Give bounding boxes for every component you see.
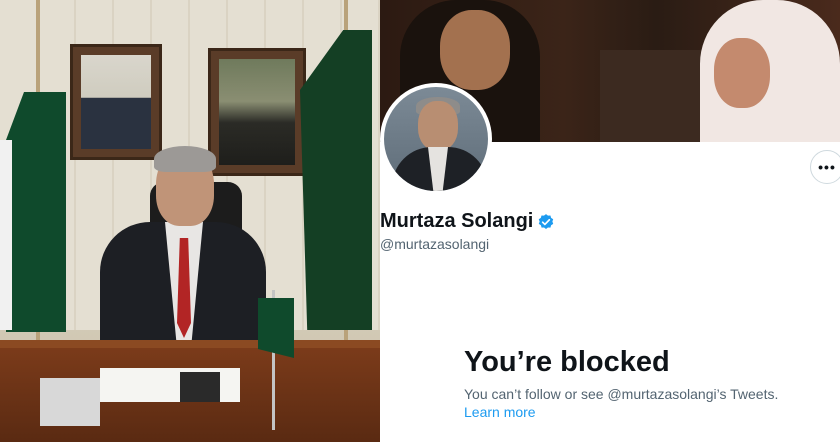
avatar-head	[418, 101, 458, 151]
twitter-profile-panel: ••• Murtaza Solangi @murtazasolangi You’…	[380, 0, 840, 442]
person-hair	[154, 146, 216, 172]
flag-left	[6, 92, 66, 332]
more-options-button[interactable]: •••	[810, 150, 840, 184]
desk-folder	[180, 372, 220, 402]
portrait-frame-left	[70, 44, 162, 160]
profile-handle: @murtazasolangi	[380, 236, 490, 252]
learn-more-link[interactable]: Learn more	[464, 404, 536, 420]
portrait-right	[219, 59, 295, 165]
display-name-text: Murtaza Solangi	[380, 210, 534, 232]
office-photo	[0, 0, 380, 442]
portrait-left	[81, 55, 151, 149]
blocked-title: You’re blocked	[464, 346, 670, 378]
desk-flag	[258, 298, 294, 358]
portrait-frame-right	[208, 48, 306, 176]
verified-badge-icon	[539, 213, 554, 229]
desk-items	[40, 378, 100, 426]
banner-figure-left-face	[440, 10, 510, 90]
flag-left-white	[0, 140, 12, 330]
profile-avatar[interactable]	[380, 83, 492, 195]
banner-figure-right-face	[714, 38, 770, 108]
profile-display-name: Murtaza Solangi	[380, 210, 555, 233]
more-options-icon: •••	[818, 159, 836, 175]
blocked-description: You can’t follow or see @murtazasolangi’…	[464, 386, 779, 402]
